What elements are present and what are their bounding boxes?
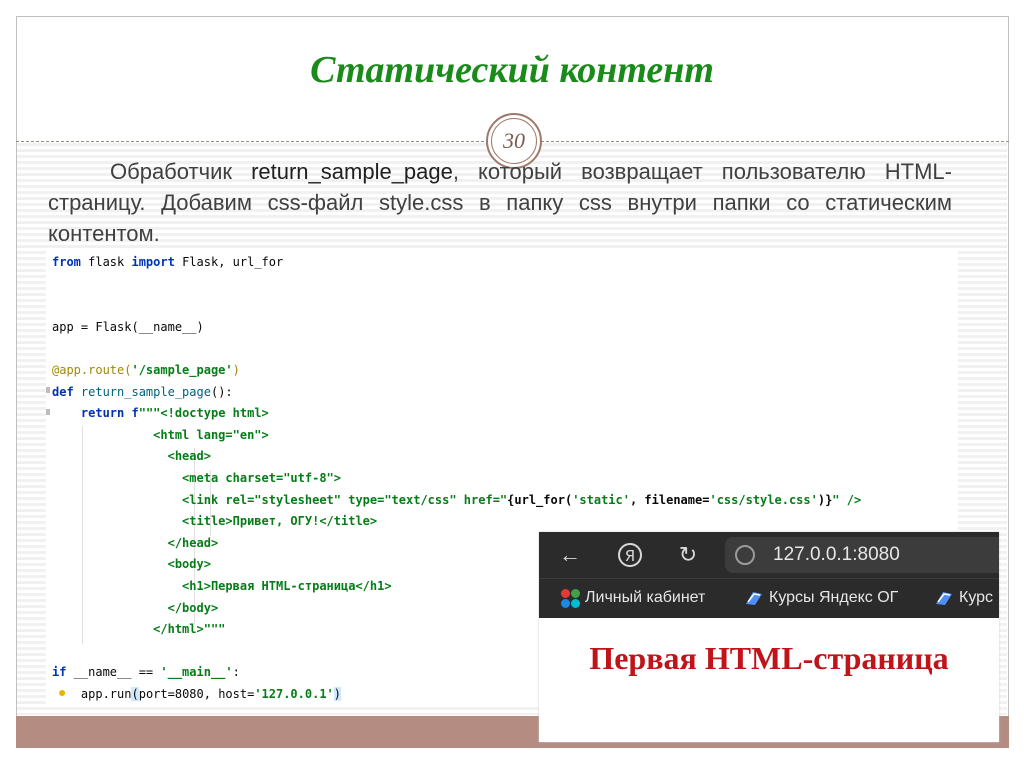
lightbulb-icon[interactable]: ● <box>58 684 66 700</box>
fold-marker <box>46 409 50 415</box>
slide-title: Статический контент <box>310 49 714 91</box>
code-line: app = Flask(__name__) <box>52 319 204 334</box>
code-line: @app.route('/sample_page') <box>52 362 240 377</box>
code-line: <title>Привет, ОГУ!</title> <box>182 514 378 529</box>
code-line: from flask import Flask, url_for <box>52 255 284 269</box>
browser-window-screenshot: ← Я ↻ 127.0.0.1:8080 Личный кабинет Курс… <box>539 532 999 742</box>
bookmarks-bar: Личный кабинет Курсы Яндекс ОГ Курс <box>539 578 999 618</box>
code-line: <meta charset="utf-8"> <box>182 470 341 485</box>
bookmark-yandex-courses[interactable]: Курсы Яндекс ОГ <box>769 589 898 607</box>
wave-bookmark-icon <box>746 592 762 605</box>
paragraph-text-1: Обработчик <box>110 159 252 184</box>
rendered-page-heading: Первая HTML-страница <box>589 640 949 676</box>
bookmark-personal-cabinet[interactable]: Личный кабинет <box>585 589 705 607</box>
code-line: <link rel="stylesheet" type="text/css" h… <box>182 492 862 507</box>
reload-icon[interactable]: ↻ <box>673 540 703 570</box>
address-bar[interactable]: 127.0.0.1:8080 <box>725 537 999 573</box>
fold-marker <box>46 387 50 393</box>
code-line: return f"""<!doctype html> <box>80 406 269 421</box>
code-line: def return_sample_page(): <box>52 384 233 399</box>
slide-frame-right <box>1008 16 1009 716</box>
back-arrow-icon[interactable]: ← <box>555 540 585 570</box>
paragraph-handler-name: return_sample_page <box>251 159 453 184</box>
code-line: <head> <box>167 449 211 464</box>
yandex-icon[interactable]: Я <box>615 540 645 570</box>
page-number: 30 <box>503 128 525 153</box>
wave-bookmark-icon <box>936 592 952 605</box>
globe-icon <box>735 545 755 565</box>
description-paragraph: Обработчик return_sample_page, который в… <box>48 156 952 249</box>
bookmark-courses[interactable]: Курс <box>959 589 993 607</box>
multicolor-bookmark-icon <box>561 589 581 609</box>
slide-frame-top <box>16 16 1009 17</box>
browser-nav-bar: ← Я ↻ 127.0.0.1:8080 <box>539 532 999 578</box>
code-line: <html lang="en"> <box>153 427 269 442</box>
address-text: 127.0.0.1:8080 <box>773 544 900 565</box>
svg-text:Я: Я <box>625 547 635 565</box>
